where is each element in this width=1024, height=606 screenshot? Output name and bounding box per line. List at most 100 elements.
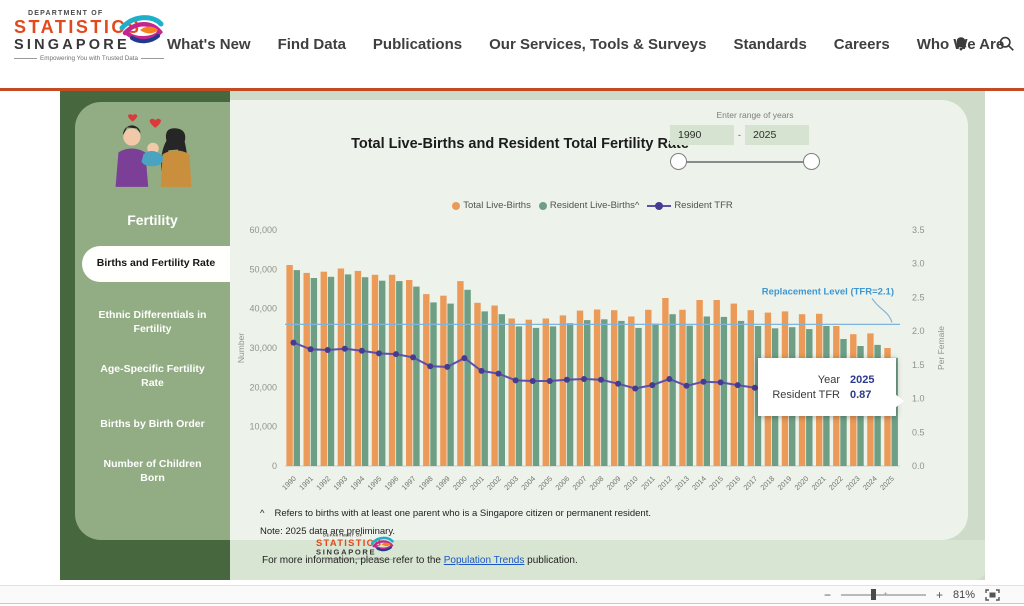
sidebar: Fertility Births and Fertility Rate Ethni…	[75, 102, 230, 540]
svg-text:2011: 2011	[639, 474, 656, 491]
svg-text:0: 0	[272, 461, 277, 471]
svg-text:Replacement Level (TFR=2.1): Replacement Level (TFR=2.1)	[762, 286, 894, 297]
nav-item-find-data[interactable]: Find Data	[278, 36, 346, 53]
zoom-slider-handle[interactable]	[871, 589, 876, 600]
population-trends-link[interactable]: Population Trends	[444, 555, 525, 566]
svg-text:1994: 1994	[348, 474, 366, 492]
chart-panel: Total Live-Births and Resident Total Fer…	[230, 100, 968, 540]
svg-text:1993: 1993	[331, 474, 349, 492]
svg-text:10,000: 10,000	[249, 422, 277, 432]
legend-item-resident-live-births[interactable]: Resident Live-Births^	[539, 200, 639, 211]
top-header: DEPARTMENT OF STATISTICS SINGAPORE Empow…	[0, 0, 1024, 88]
nav-menu: What's New Find Data Publications Our Servi…	[167, 0, 1004, 88]
sidebar-item-number-of-children-born[interactable]: Number of Children Born	[91, 458, 215, 485]
fit-to-page-icon[interactable]	[985, 589, 1000, 601]
zoom-out-button[interactable]: −	[824, 589, 831, 601]
sidebar-item-births-and-fertility-rate[interactable]: Births and Fertility Rate	[82, 246, 230, 282]
tooltip-label: Year	[818, 374, 840, 386]
svg-text:2013: 2013	[673, 474, 691, 492]
footnote-1-text: Refers to births with at least one paren…	[274, 508, 651, 519]
nav-item-what-s-new[interactable]: What's New	[167, 36, 251, 53]
year-range-control: Enter range of years -	[670, 110, 840, 171]
tooltip-row: Year 2025	[758, 374, 884, 386]
svg-text:2022: 2022	[827, 474, 845, 492]
svg-text:2014: 2014	[690, 474, 708, 492]
svg-text:20,000: 20,000	[249, 382, 277, 392]
svg-text:2018: 2018	[758, 474, 776, 492]
svg-text:1991: 1991	[297, 474, 315, 492]
chart-tooltip: Year 2025 Resident TFR0.87	[758, 358, 896, 416]
page: DEPARTMENT OF STATISTICS SINGAPORE Empow…	[0, 0, 1024, 606]
legend-marker	[452, 202, 460, 210]
zoom-slider-midpoint: +	[883, 591, 887, 598]
nav-item-standards[interactable]: Standards	[733, 36, 806, 53]
zoom-bar: − + + 81%	[0, 585, 1024, 604]
zoom-slider[interactable]: +	[841, 594, 926, 596]
svg-text:0.0: 0.0	[912, 461, 925, 471]
notification-bell-icon[interactable]	[952, 35, 970, 53]
footnote-marker: ^	[260, 508, 264, 519]
year-from-input[interactable]	[670, 125, 734, 145]
sidebar-item-age-specific-fertility-rate[interactable]: Age-Specific Fertility Rate	[91, 363, 215, 390]
footer-logo-tagline: Empowering You with Trusted Data	[316, 557, 394, 561]
sidebar-item-births-by-birth-order[interactable]: Births by Birth Order	[91, 418, 215, 432]
zoom-in-button[interactable]: +	[936, 589, 943, 601]
tooltip-row: Resident TFR0.87	[758, 389, 884, 401]
svg-text:2024: 2024	[861, 474, 879, 492]
range-label: Enter range of years	[670, 110, 840, 120]
slider-track[interactable]	[678, 161, 812, 163]
search-icon[interactable]	[998, 35, 1016, 53]
sidebar-item-ethnic-differentials-in-fertility[interactable]: Ethnic Differentials in Fertility	[91, 309, 215, 336]
svg-text:60,000: 60,000	[249, 225, 277, 235]
report-footer: For more information, please refer to th…	[230, 540, 985, 580]
zoom-level: 81%	[953, 589, 975, 601]
svg-text:1996: 1996	[383, 474, 401, 492]
legend-item-total-live-births[interactable]: Total Live-Births	[452, 200, 531, 211]
svg-text:2.0: 2.0	[912, 326, 925, 336]
svg-text:2004: 2004	[519, 474, 537, 492]
year-range-slider[interactable]	[670, 153, 840, 171]
slider-handle-left[interactable]	[670, 153, 687, 170]
sidebar-menu: Births and Fertility Rate Ethnic Differen…	[75, 246, 230, 485]
nav-item-publications[interactable]: Publications	[373, 36, 462, 53]
svg-text:2001: 2001	[468, 474, 486, 492]
sidebar-frame: Fertility Births and Fertility Rate Ethni…	[60, 91, 230, 580]
svg-text:2005: 2005	[536, 474, 554, 492]
svg-text:2020: 2020	[793, 474, 811, 492]
dos-logo[interactable]: DEPARTMENT OF STATISTICS SINGAPORE Empow…	[14, 10, 164, 76]
svg-text:2000: 2000	[451, 474, 469, 492]
logo-tagline: Empowering You with Trusted Data	[14, 55, 164, 62]
range-separator: -	[738, 130, 741, 140]
svg-text:1.5: 1.5	[912, 360, 925, 370]
svg-text:1995: 1995	[366, 474, 384, 492]
svg-text:2023: 2023	[844, 474, 862, 492]
svg-text:2019: 2019	[776, 474, 794, 492]
nav-item-our-services-tools-surveys[interactable]: Our Services, Tools & Surveys	[489, 36, 706, 53]
svg-text:2008: 2008	[588, 474, 606, 492]
sidebar-title: Fertility	[127, 212, 178, 228]
svg-text:1990: 1990	[280, 474, 298, 492]
fertility-report: Fertility Births and Fertility Rate Ethni…	[60, 91, 985, 580]
nav-item-careers[interactable]: Careers	[834, 36, 890, 53]
year-to-input[interactable]	[745, 125, 809, 145]
footer-dos-logo: DEPARTMENT OF STATISTICS SINGAPORE Empow…	[316, 534, 394, 568]
slider-handle-right[interactable]	[803, 153, 820, 170]
svg-text:Number: Number	[236, 333, 246, 363]
svg-text:2025: 2025	[878, 474, 896, 492]
legend-label: Total Live-Births	[463, 200, 531, 211]
footer-swoosh-icon	[370, 535, 395, 554]
svg-text:1998: 1998	[417, 474, 435, 492]
svg-text:3.0: 3.0	[912, 259, 925, 269]
svg-text:30,000: 30,000	[249, 343, 277, 353]
svg-text:1992: 1992	[314, 474, 332, 492]
footnote-1: ^ Refers to births with at least one pare…	[260, 508, 651, 519]
svg-text:2021: 2021	[810, 474, 828, 492]
report-footer-text: For more information, please refer to th…	[262, 555, 578, 566]
svg-text:2003: 2003	[502, 474, 520, 492]
tooltip-value: 2025	[850, 374, 884, 386]
svg-text:2010: 2010	[622, 474, 640, 492]
svg-text:2006: 2006	[553, 474, 571, 492]
family-illustration	[93, 112, 213, 208]
legend-item-resident-tfr[interactable]: Resident TFR	[647, 200, 732, 211]
svg-text:40,000: 40,000	[249, 304, 277, 314]
